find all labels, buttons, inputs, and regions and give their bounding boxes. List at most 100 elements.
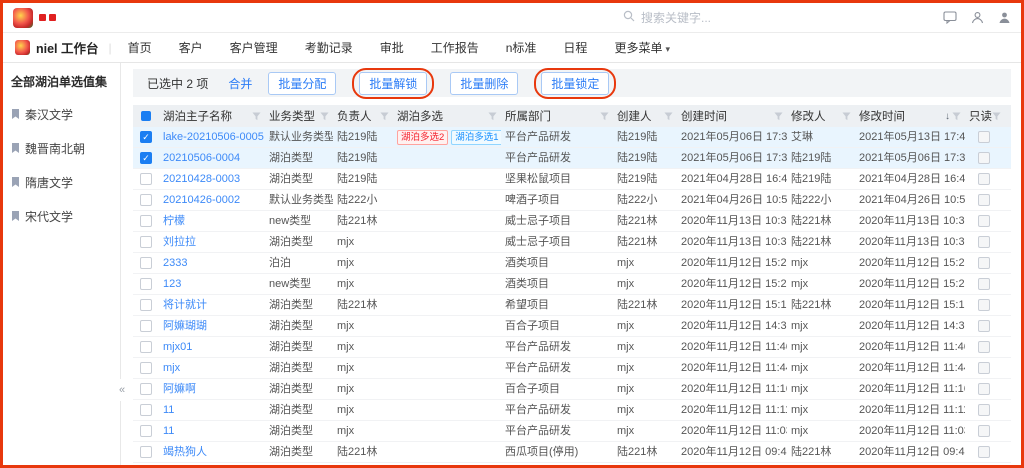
sidebar-collapse-button[interactable]: « [115, 379, 129, 401]
row-checkbox[interactable] [133, 442, 159, 462]
toolbar-action-button[interactable]: 批量锁定 [541, 72, 609, 95]
lake-name-link[interactable]: 竭热狗人 [163, 446, 207, 458]
filter-icon[interactable] [380, 112, 389, 121]
lake-name-link[interactable]: 将计就计 [163, 299, 207, 311]
column-header[interactable]: 创建人 [613, 105, 677, 127]
readonly-checkbox[interactable] [965, 295, 1003, 315]
readonly-checkbox[interactable] [965, 400, 1003, 420]
toolbar-action-button[interactable]: 批量删除 [450, 72, 518, 95]
readonly-checkbox[interactable] [965, 358, 1003, 378]
row-checkbox[interactable] [133, 463, 159, 465]
avatar-icon[interactable] [998, 11, 1011, 24]
filter-icon[interactable] [952, 112, 961, 121]
lake-name-link[interactable]: 11 [163, 404, 174, 416]
lake-name-link[interactable]: 阿嫲啊 [163, 383, 196, 395]
readonly-checkbox[interactable] [965, 148, 1003, 168]
sidebar-item[interactable]: 隋唐文学 [11, 174, 112, 191]
select-all-checkbox[interactable] [133, 105, 159, 127]
readonly-checkbox[interactable] [965, 316, 1003, 336]
toolbar-action-button[interactable]: 合并 [228, 75, 252, 92]
row-checkbox[interactable] [133, 274, 159, 294]
row-checkbox[interactable] [133, 232, 159, 252]
lake-name-link[interactable]: 柠檬 [163, 215, 185, 227]
row-checkbox[interactable] [133, 169, 159, 189]
readonly-checkbox[interactable] [965, 211, 1003, 231]
table-row[interactable]: 20210428-0003湖泊类型陆219陆坚果松鼠项目陆219陆2021年04… [133, 169, 1011, 190]
table-row[interactable]: 刘拉拉湖泊类型mjx威士忌子项目陆221林2020年11月13日 10:30陆2… [133, 232, 1011, 253]
lake-name-link[interactable]: 2333 [163, 257, 187, 269]
table-row[interactable]: 11湖泊类型mjx平台产品研发mjx2020年11月12日 11:11mjx20… [133, 400, 1011, 421]
row-checkbox[interactable] [133, 379, 159, 399]
sort-desc-icon[interactable]: ↓ [945, 111, 950, 122]
nav-item[interactable]: 客户管理 [230, 39, 278, 56]
nav-item[interactable]: 工作报告 [431, 39, 479, 56]
nav-item[interactable]: 客户 [179, 39, 203, 56]
row-checkbox[interactable] [133, 400, 159, 420]
lake-name-link[interactable]: 11 [163, 425, 174, 437]
filter-icon[interactable] [488, 112, 497, 121]
table-row[interactable]: 2333泊泊mjx酒类项目mjx2020年11月12日 15:25mjx2020… [133, 253, 1011, 274]
sidebar-item[interactable]: 宋代文学 [11, 208, 112, 225]
contacts-icon[interactable] [971, 11, 984, 24]
table-row[interactable]: 20210426-0002默认业务类型陆222小啤酒子项目陆222小2021年0… [133, 190, 1011, 211]
filter-icon[interactable] [320, 112, 329, 121]
row-checkbox[interactable] [133, 421, 159, 441]
table-row[interactable]: ✓lake-20210506-0005默认业务类型陆219陆湖泊多选2湖泊多选1… [133, 127, 1011, 148]
nav-item[interactable]: 日程 [563, 39, 587, 56]
lake-name-link[interactable]: 20210426-0002 [163, 194, 240, 206]
readonly-checkbox[interactable] [965, 463, 1003, 465]
readonly-checkbox[interactable] [965, 127, 1003, 147]
row-checkbox[interactable] [133, 316, 159, 336]
column-header[interactable]: 修改人 [787, 105, 855, 127]
toolbar-action-button[interactable]: 批量解锁 [359, 72, 427, 95]
readonly-checkbox[interactable] [965, 232, 1003, 252]
row-checkbox[interactable]: ✓ [133, 127, 159, 147]
readonly-checkbox[interactable] [965, 337, 1003, 357]
column-header[interactable]: 创建时间 [677, 105, 787, 127]
table-row[interactable]: 将计就计湖泊类型陆221林希望项目陆221林2020年11月12日 15:15陆… [133, 295, 1011, 316]
table-row[interactable]: 柠檬new类型陆221林威士忌子项目陆221林2020年11月13日 10:31… [133, 211, 1011, 232]
row-checkbox[interactable] [133, 211, 159, 231]
sidebar-item[interactable]: 秦汉文学 [11, 106, 112, 123]
table-row[interactable]: mjx湖泊类型mjx平台产品研发mjx2020年11月12日 11:44mjx2… [133, 358, 1011, 379]
table-row[interactable]: 112湖泊类型陆221林威士忌子项目陆221林2020年11月11日 23:13… [133, 463, 1011, 465]
table-row[interactable]: 123new类型mjx酒类项目mjx2020年11月12日 15:25mjx20… [133, 274, 1011, 295]
filter-icon[interactable] [664, 112, 673, 121]
column-header[interactable]: 湖泊主子名称 [159, 105, 265, 127]
table-row[interactable]: mjx01湖泊类型mjx平台产品研发mjx2020年11月12日 11:46mj… [133, 337, 1011, 358]
row-checkbox[interactable] [133, 253, 159, 273]
row-checkbox[interactable]: ✓ [133, 148, 159, 168]
message-icon[interactable] [943, 11, 957, 24]
row-checkbox[interactable] [133, 337, 159, 357]
lake-name-link[interactable]: 阿嫲瑚瑚 [163, 320, 207, 332]
table-row[interactable]: 阿嫲啊湖泊类型mjx百合子项目mjx2020年11月12日 11:16mjx20… [133, 379, 1011, 400]
column-header[interactable]: 修改时间↓ [855, 105, 965, 127]
column-header[interactable]: 业务类型 [265, 105, 333, 127]
readonly-checkbox[interactable] [965, 442, 1003, 462]
filter-icon[interactable] [842, 112, 851, 121]
table-row[interactable]: 竭热狗人湖泊类型陆221林西瓜项目(停用)陆221林2020年11月12日 09… [133, 442, 1011, 463]
lake-name-link[interactable]: 123 [163, 278, 181, 290]
column-header[interactable]: 负责人 [333, 105, 393, 127]
table-row[interactable]: 11湖泊类型mjx平台产品研发mjx2020年11月12日 11:03mjx20… [133, 421, 1011, 442]
readonly-checkbox[interactable] [965, 379, 1003, 399]
table-row[interactable]: 阿嫲瑚瑚湖泊类型mjx百合子项目mjx2020年11月12日 14:38mjx2… [133, 316, 1011, 337]
filter-icon[interactable] [992, 112, 1001, 121]
column-header[interactable]: 只读 [965, 105, 1003, 127]
readonly-checkbox[interactable] [965, 190, 1003, 210]
column-header[interactable]: 湖泊多选 [393, 105, 501, 127]
nav-item[interactable]: n标准 [506, 39, 537, 56]
filter-icon[interactable] [600, 112, 609, 121]
readonly-checkbox[interactable] [965, 421, 1003, 441]
toolbar-action-button[interactable]: 批量分配 [268, 72, 336, 95]
readonly-checkbox[interactable] [965, 274, 1003, 294]
row-checkbox[interactable] [133, 358, 159, 378]
lake-name-link[interactable]: mjx01 [163, 341, 192, 353]
sidebar-item[interactable]: 魏晋南北朝 [11, 140, 112, 157]
filter-icon[interactable] [252, 112, 261, 121]
row-checkbox[interactable] [133, 190, 159, 210]
readonly-checkbox[interactable] [965, 253, 1003, 273]
column-header[interactable]: 所属部门 [501, 105, 613, 127]
table-row[interactable]: ✓20210506-0004湖泊类型陆219陆平台产品研发陆219陆2021年0… [133, 148, 1011, 169]
nav-item[interactable]: 考勤记录 [305, 39, 353, 56]
